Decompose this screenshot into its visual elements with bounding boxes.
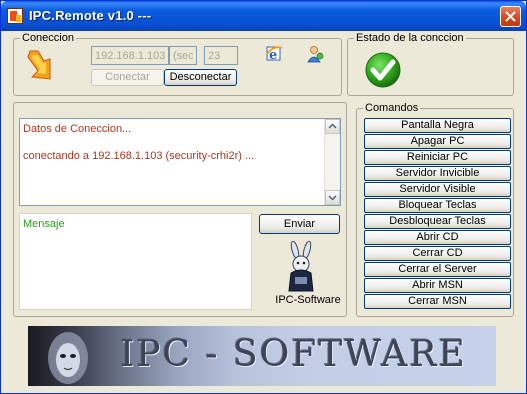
ip-input[interactable] (91, 46, 169, 65)
message-text: Mensaje (23, 218, 65, 230)
log-scrollbar[interactable] (324, 119, 340, 205)
cmd-desbloquear-teclas-button[interactable]: Desbloquear Teclas (364, 214, 511, 229)
cmd-bloquear-teclas-button[interactable]: Bloquear Teclas (364, 198, 511, 213)
ipc-software-banner: IPC - SOFTWARE (28, 326, 496, 386)
scroll-up-arrow[interactable] (325, 119, 340, 134)
cmd-apagar-pc-button[interactable]: Apagar PC (364, 134, 511, 149)
title-bar[interactable]: IPC.Remote v1.0 --- (1, 1, 526, 31)
cmd-cerrar-server-button[interactable]: Cerrar el Server (364, 262, 511, 277)
disconnect-button[interactable]: Desconectar (164, 69, 237, 86)
chevron-up-icon (328, 123, 337, 129)
cmd-reiniciar-pc-button[interactable]: Reiniciar PC (364, 150, 511, 165)
security-input[interactable] (169, 46, 197, 65)
lightning-arrow-icon (27, 50, 51, 80)
main-window: IPC.Remote v1.0 --- Coneccion Conectar D… (0, 0, 527, 394)
log-line-1: Datos de Coneccion... (23, 123, 132, 135)
cmd-cerrar-cd-button[interactable]: Cerrar CD (364, 246, 511, 261)
green-check-icon (365, 52, 401, 88)
face-emblem-icon (48, 332, 88, 384)
cmd-cerrar-msn-button[interactable]: Cerrar MSN (364, 294, 511, 309)
log-line-2: conectando a 192.168.1.103 (security-crh… (23, 150, 255, 162)
cmd-servidor-invicible-button[interactable]: Servidor Invicible (364, 166, 511, 181)
app-icon[interactable] (7, 8, 23, 24)
commands-legend: Comandos (363, 102, 421, 115)
internet-explorer-icon[interactable]: e (266, 45, 284, 63)
banner-text: IPC - SOFTWARE (120, 334, 467, 375)
close-icon (505, 11, 516, 22)
user-icon[interactable] (307, 45, 325, 63)
chevron-down-icon (328, 195, 337, 201)
log-area[interactable]: Datos de Coneccion... conectando a 192.1… (19, 118, 341, 206)
rabbit-mascot-icon (288, 241, 314, 292)
scroll-down-arrow[interactable] (325, 190, 340, 205)
connection-legend: Coneccion (20, 32, 76, 45)
close-button[interactable] (500, 6, 521, 27)
cmd-abrir-msn-button[interactable]: Abrir MSN (364, 278, 511, 293)
message-area[interactable]: Mensaje (19, 213, 252, 310)
cmd-abrir-cd-button[interactable]: Abrir CD (364, 230, 511, 245)
send-button[interactable]: Enviar (259, 214, 340, 234)
brand-label: IPC-Software (275, 294, 341, 306)
status-legend: Estado de la conccion (354, 32, 466, 45)
cmd-servidor-visible-button[interactable]: Servidor Visible (364, 182, 511, 197)
cmd-pantalla-negra-button[interactable]: Pantalla Negra (364, 118, 511, 133)
connect-button[interactable]: Conectar (91, 69, 164, 86)
port-input[interactable] (204, 46, 238, 65)
window-title: IPC.Remote v1.0 --- (29, 8, 152, 23)
